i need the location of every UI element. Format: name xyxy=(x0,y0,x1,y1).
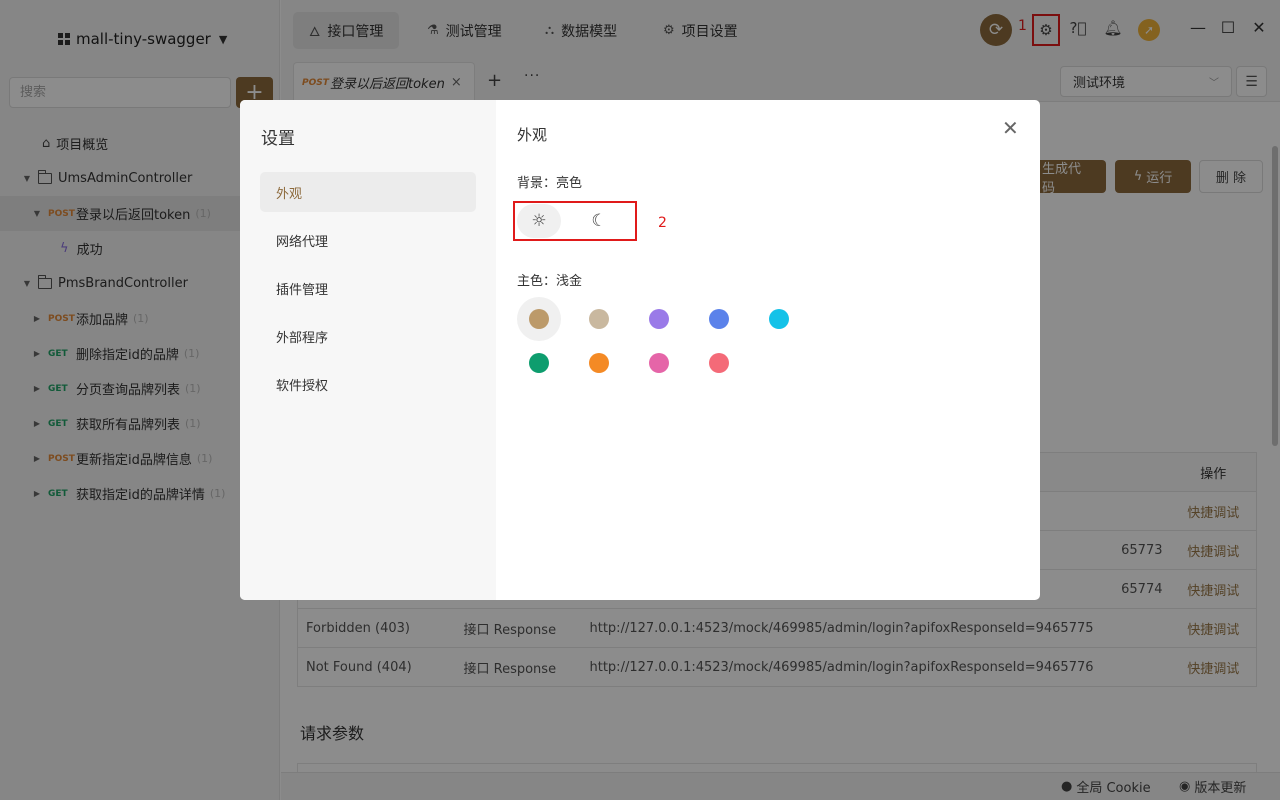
light-theme-button[interactable]: ☼ xyxy=(517,204,561,238)
color-swatch[interactable] xyxy=(757,297,801,341)
sun-icon: ☼ xyxy=(531,211,547,231)
color-swatch[interactable] xyxy=(517,341,561,385)
menu-item-proxy[interactable]: 网络代理 xyxy=(260,220,476,260)
background-label: 背景：亮色 xyxy=(517,176,583,191)
color-swatch[interactable] xyxy=(577,297,621,341)
swatch-dot xyxy=(709,353,729,373)
annotation-2: 2 xyxy=(658,215,667,231)
color-swatch-light-gold[interactable] xyxy=(517,297,561,341)
swatch-dot xyxy=(709,309,729,329)
swatch-dot xyxy=(529,353,549,373)
swatch-dot xyxy=(529,309,549,329)
menu-item-plugins[interactable]: 插件管理 xyxy=(260,268,476,308)
color-label: 主色：浅金 xyxy=(517,274,583,289)
dark-theme-button[interactable]: ☾ xyxy=(577,204,621,238)
color-swatch[interactable] xyxy=(577,341,621,385)
swatch-dot xyxy=(649,353,669,373)
menu-item-appearance[interactable]: 外观 xyxy=(260,172,476,212)
settings-menu: 设置 外观 网络代理 插件管理 外部程序 软件授权 xyxy=(240,100,496,600)
color-swatch[interactable] xyxy=(637,341,681,385)
menu-item-external[interactable]: 外部程序 xyxy=(260,316,476,356)
swatch-dot xyxy=(589,353,609,373)
swatch-dot xyxy=(589,309,609,329)
swatch-dot xyxy=(649,309,669,329)
menu-item-license[interactable]: 软件授权 xyxy=(260,364,476,404)
swatch-dot xyxy=(769,309,789,329)
moon-icon: ☾ xyxy=(591,211,607,231)
color-swatch[interactable] xyxy=(697,297,741,341)
color-swatch[interactable] xyxy=(637,297,681,341)
modal-title: 设置 xyxy=(261,129,295,149)
close-icon[interactable]: ✕ xyxy=(1002,116,1019,140)
color-swatch[interactable] xyxy=(697,341,741,385)
section-title: 外观 xyxy=(517,126,548,144)
settings-modal: 设置 外观 网络代理 插件管理 外部程序 软件授权 ✕ 外观 背景：亮色 ☼ ☾… xyxy=(240,100,1040,600)
